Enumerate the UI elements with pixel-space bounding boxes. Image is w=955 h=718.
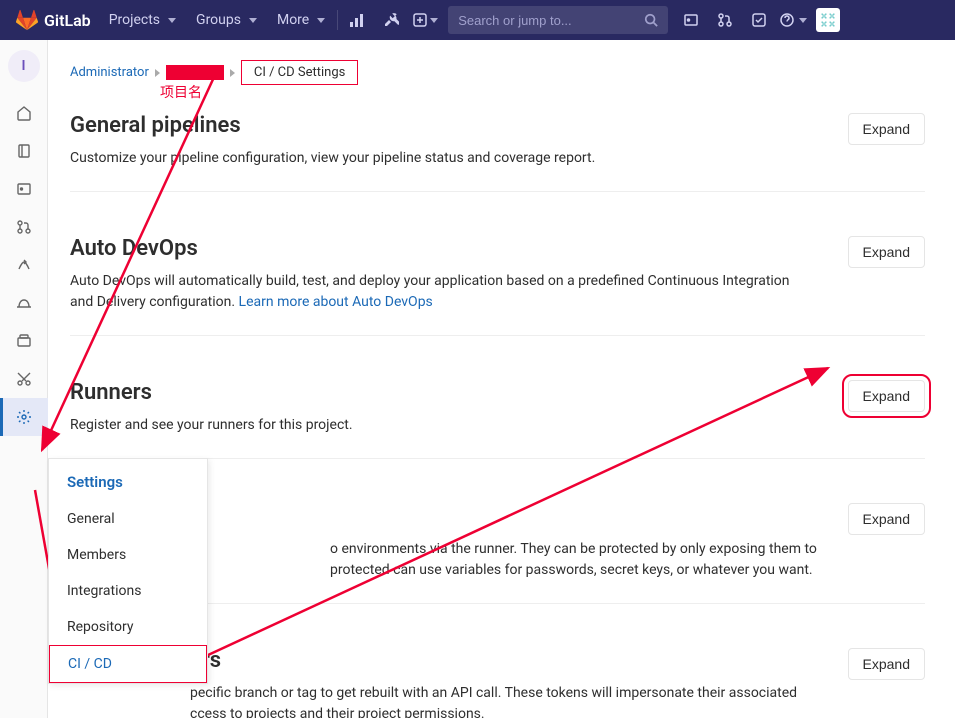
expand-button[interactable]: Expand [848,113,925,145]
left-sidebar: I [0,40,48,718]
rail-merge-icon[interactable] [0,208,48,246]
gitlab-icon [16,9,38,31]
section-title: Auto DevOps [70,236,810,261]
flyout-item-cicd[interactable]: CI / CD [49,645,207,683]
rail-settings-icon[interactable] [0,398,48,436]
search-box[interactable] [448,6,668,34]
section-desc: Register and see your runners for this p… [70,415,353,436]
search-input[interactable] [458,13,644,28]
section-title: General pipelines [70,113,595,138]
expand-button[interactable]: Expand [848,236,925,268]
section-title: Runners [70,380,353,405]
flyout-item-general[interactable]: General [49,501,207,537]
brand-name: GitLab [44,11,91,30]
breadcrumb-project-redacted[interactable] [166,65,224,80]
rail-operations-icon[interactable] [0,284,48,322]
user-avatar[interactable] [816,8,840,32]
gitlab-logo[interactable]: GitLab [8,9,99,31]
learn-more-link[interactable]: Learn more about Auto DevOps [239,294,433,310]
top-navbar: GitLab Projects Groups More [0,0,955,40]
merge-requests-icon[interactable] [708,0,742,40]
nav-groups[interactable]: Groups [186,0,267,40]
rail-registry-icon[interactable] [0,322,48,360]
rail-home-icon[interactable] [0,94,48,132]
nav-projects[interactable]: Projects [99,0,186,40]
chevron-right-icon [230,69,235,77]
expand-button[interactable]: Expand [848,503,925,535]
section-desc: pecific branch or tag to get rebuilt wit… [70,683,810,718]
search-icon [644,13,658,27]
section-desc: Auto DevOps will automatically build, te… [70,271,810,313]
flyout-item-repository[interactable]: Repository [49,609,207,645]
expand-button[interactable]: Expand [848,648,925,680]
todos-icon[interactable] [742,0,776,40]
issues-icon[interactable] [674,0,708,40]
section-general-pipelines: General pipelines Customize your pipelin… [70,113,925,192]
section-runners: Runners Register and see your runners fo… [70,380,925,459]
section-auto-devops: Auto DevOps Auto DevOps will automatical… [70,236,925,336]
expand-button-runners[interactable]: Expand [848,380,925,412]
breadcrumb-root[interactable]: Administrator [70,65,149,80]
rail-issues-icon[interactable] [0,170,48,208]
nav-more[interactable]: More [267,0,335,40]
flyout-title: Settings [49,459,207,501]
annotation-project-name: 项目名 [160,82,202,102]
plus-icon[interactable] [408,0,442,40]
flyout-item-integrations[interactable]: Integrations [49,573,207,609]
project-avatar[interactable]: I [8,50,40,82]
flyout-item-members[interactable]: Members [49,537,207,573]
activity-icon[interactable] [340,0,374,40]
chevron-right-icon [155,69,160,77]
breadcrumb-current: CI / CD Settings [241,60,359,85]
rail-repository-icon[interactable] [0,132,48,170]
section-desc: o environments via the runner. They can … [200,539,848,581]
settings-flyout: Settings General Members Integrations Re… [48,458,208,684]
rail-snippets-icon[interactable] [0,360,48,398]
section-desc: Customize your pipeline configuration, v… [70,148,595,169]
rail-cicd-icon[interactable] [0,246,48,284]
help-icon[interactable] [776,0,810,40]
wrench-icon[interactable] [374,0,408,40]
